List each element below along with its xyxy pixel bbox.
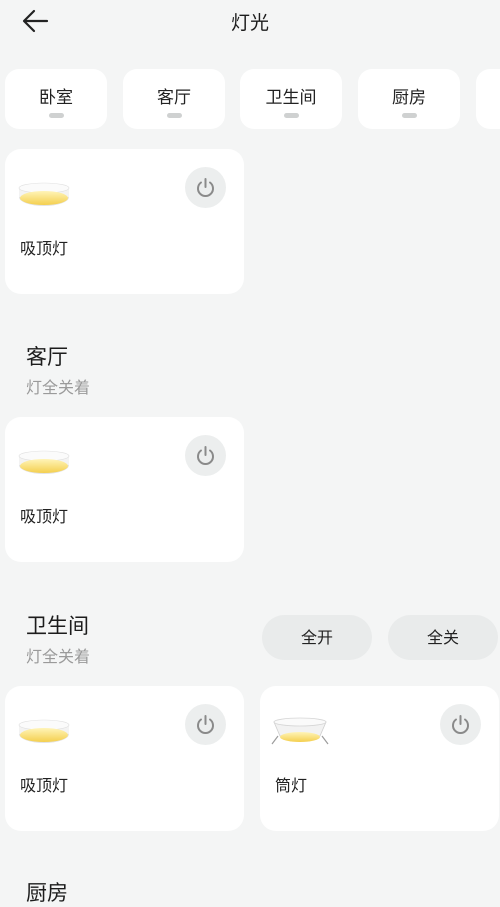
section-status-living-room: 灯全关着	[26, 378, 91, 397]
section-status-bathroom: 灯全关着	[26, 647, 91, 666]
tab-indicator	[167, 113, 182, 118]
device-card-bathroom-ceiling-lamp[interactable]: 吸顶灯	[5, 686, 244, 831]
tab-indicator	[402, 113, 417, 118]
tab-next[interactable]	[476, 69, 500, 129]
tab-kitchen[interactable]: 厨房	[358, 69, 460, 129]
tab-living-room[interactable]: 客厅	[123, 69, 225, 129]
ceiling-lamp-icon	[18, 719, 70, 743]
downlight-icon	[271, 717, 329, 745]
device-name: 吸顶灯	[20, 507, 69, 526]
tab-bathroom[interactable]: 卫生间	[240, 69, 342, 129]
tab-label: 厨房	[392, 88, 426, 108]
power-button[interactable]	[440, 704, 481, 745]
header: 灯光	[0, 0, 500, 42]
tab-bedroom[interactable]: 卧室	[5, 69, 107, 129]
page-title: 灯光	[230, 12, 269, 34]
device-card-bedroom-ceiling-lamp[interactable]: 吸顶灯	[5, 149, 244, 294]
tab-label: 卫生间	[265, 88, 317, 108]
device-name: 吸顶灯	[20, 776, 69, 795]
device-name: 筒灯	[275, 776, 308, 795]
device-card-bathroom-downlight[interactable]: 筒灯	[260, 686, 499, 831]
section-title-living-room: 客厅	[26, 345, 68, 369]
power-button[interactable]	[185, 435, 226, 476]
device-card-living-room-ceiling-lamp[interactable]: 吸顶灯	[5, 417, 244, 562]
tab-indicator	[49, 113, 64, 118]
tab-label: 卧室	[39, 88, 73, 108]
ceiling-lamp-icon	[18, 450, 70, 474]
section-title-kitchen: 厨房	[26, 881, 68, 905]
section-title-bathroom: 卫生间	[26, 614, 89, 638]
device-name: 吸顶灯	[20, 239, 69, 258]
tab-indicator	[284, 113, 299, 118]
room-tabs: 卧室 客厅 卫生间 厨房	[0, 69, 500, 129]
power-button[interactable]	[185, 704, 226, 745]
power-button[interactable]	[185, 167, 226, 208]
power-icon	[197, 446, 214, 465]
power-icon	[197, 715, 214, 734]
tab-label: 客厅	[157, 88, 191, 108]
all-on-button[interactable]: 全开	[262, 615, 372, 660]
power-icon	[452, 715, 469, 734]
all-off-button[interactable]: 全关	[388, 615, 498, 660]
power-icon	[197, 178, 214, 197]
ceiling-lamp-icon	[18, 182, 70, 206]
